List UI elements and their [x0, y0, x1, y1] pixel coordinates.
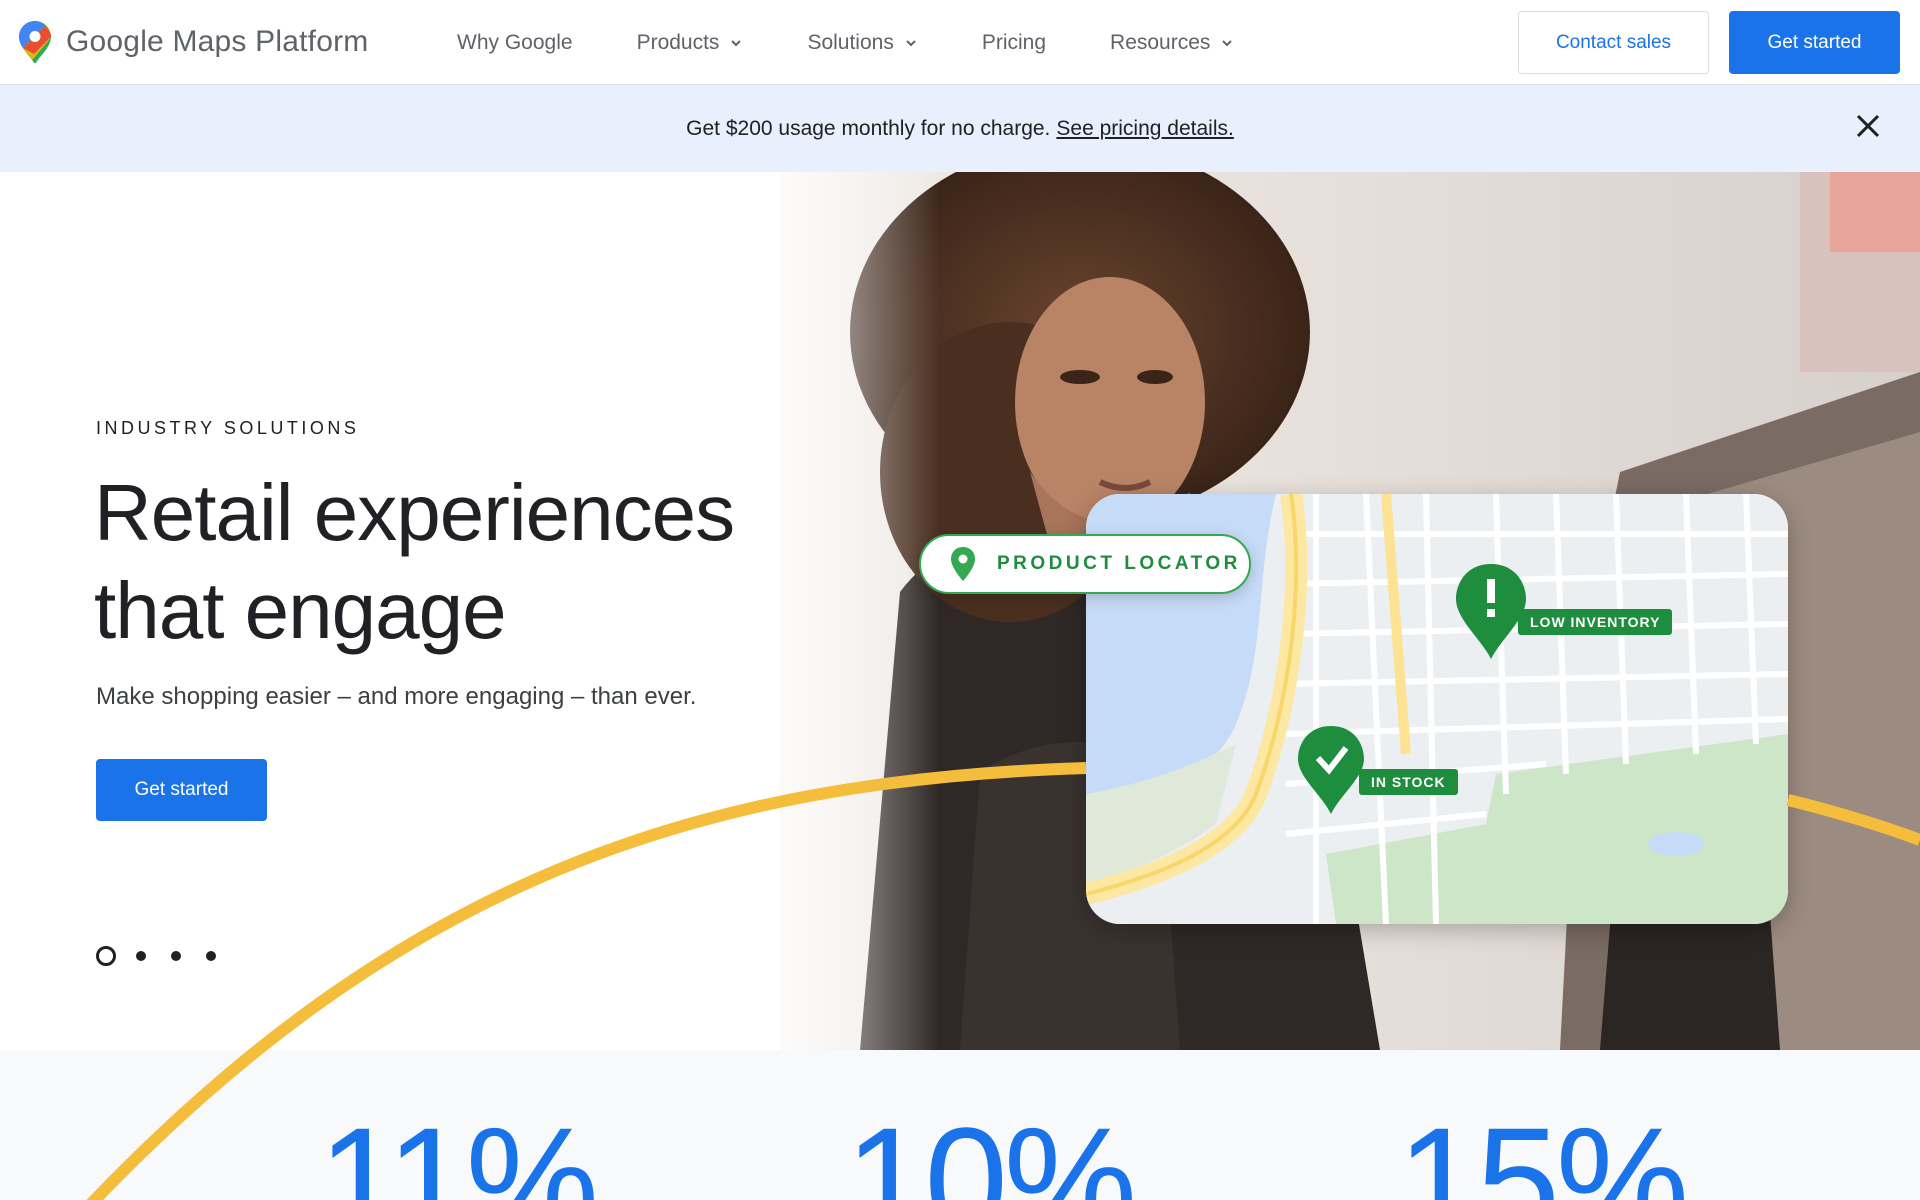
- hero-section: INDUSTRY SOLUTIONS Retail experiences th…: [0, 172, 1920, 1050]
- hero-subtitle: Make shopping easier – and more engaging…: [96, 683, 697, 710]
- carousel-dot-1[interactable]: [96, 946, 116, 966]
- carousel-dot-2[interactable]: [136, 951, 146, 961]
- hero-get-started-button[interactable]: Get started: [96, 759, 267, 821]
- contact-sales-button[interactable]: Contact sales: [1518, 11, 1709, 74]
- main-nav: Why Google Products Solutions Pricing Re…: [457, 0, 1234, 85]
- hero-eyebrow: INDUSTRY SOLUTIONS: [96, 418, 360, 438]
- nav-label: Products: [636, 30, 720, 54]
- nav-label: Pricing: [981, 30, 1047, 54]
- chevron-down-icon: [906, 39, 916, 46]
- close-icon[interactable]: [1853, 111, 1883, 141]
- carousel-dot-4[interactable]: [206, 951, 216, 961]
- stat-1: 11%: [318, 1096, 599, 1200]
- nav-label: Why Google: [457, 30, 573, 54]
- chevron-down-icon: [731, 39, 742, 46]
- nav-pricing[interactable]: Pricing: [982, 31, 1046, 55]
- carousel-dot-3[interactable]: [171, 951, 181, 961]
- low-inventory-tag: LOW INVENTORY: [1518, 609, 1673, 635]
- hero-title-line2: that engage: [94, 566, 507, 655]
- nav-label: Solutions: [807, 30, 894, 54]
- carousel-dots: [96, 946, 241, 966]
- banner-text: Get $200 usage monthly for no charge.: [686, 116, 1051, 140]
- get-started-button[interactable]: Get started: [1729, 11, 1900, 74]
- stats-section: 11% 10% 15%: [0, 1050, 1920, 1200]
- nav-products[interactable]: Products: [637, 31, 744, 55]
- hero-title: Retail experiences that engage: [94, 464, 794, 660]
- top-nav: Google Maps Platform Why Google Products…: [0, 0, 1920, 85]
- nav-solutions[interactable]: Solutions: [807, 31, 917, 55]
- chevron-down-icon: [1222, 39, 1233, 46]
- promo-banner: Get $200 usage monthly for no charge. Se…: [0, 85, 1920, 172]
- map-pin-icon: [951, 547, 975, 581]
- in-stock-tag: IN STOCK: [1359, 769, 1458, 795]
- product-locator-pill: PRODUCT LOCATOR: [919, 534, 1251, 594]
- pricing-details-link[interactable]: See pricing details.: [1056, 117, 1233, 141]
- maps-pin-logo-icon: [19, 21, 51, 64]
- hero-title-line1: Retail experiences: [94, 468, 735, 557]
- stat-3: 15%: [1397, 1096, 1689, 1200]
- product-locator-label: PRODUCT LOCATOR: [997, 553, 1241, 574]
- nav-label: Resources: [1110, 30, 1211, 54]
- page: Google Maps Platform Why Google Products…: [0, 0, 1920, 1200]
- nav-resources[interactable]: Resources: [1110, 31, 1234, 55]
- logo-text: Google Maps Platform: [66, 25, 369, 58]
- stat-2: 10%: [845, 1096, 1137, 1200]
- nav-why-google[interactable]: Why Google: [457, 31, 573, 55]
- logo[interactable]: Google Maps Platform: [18, 20, 368, 64]
